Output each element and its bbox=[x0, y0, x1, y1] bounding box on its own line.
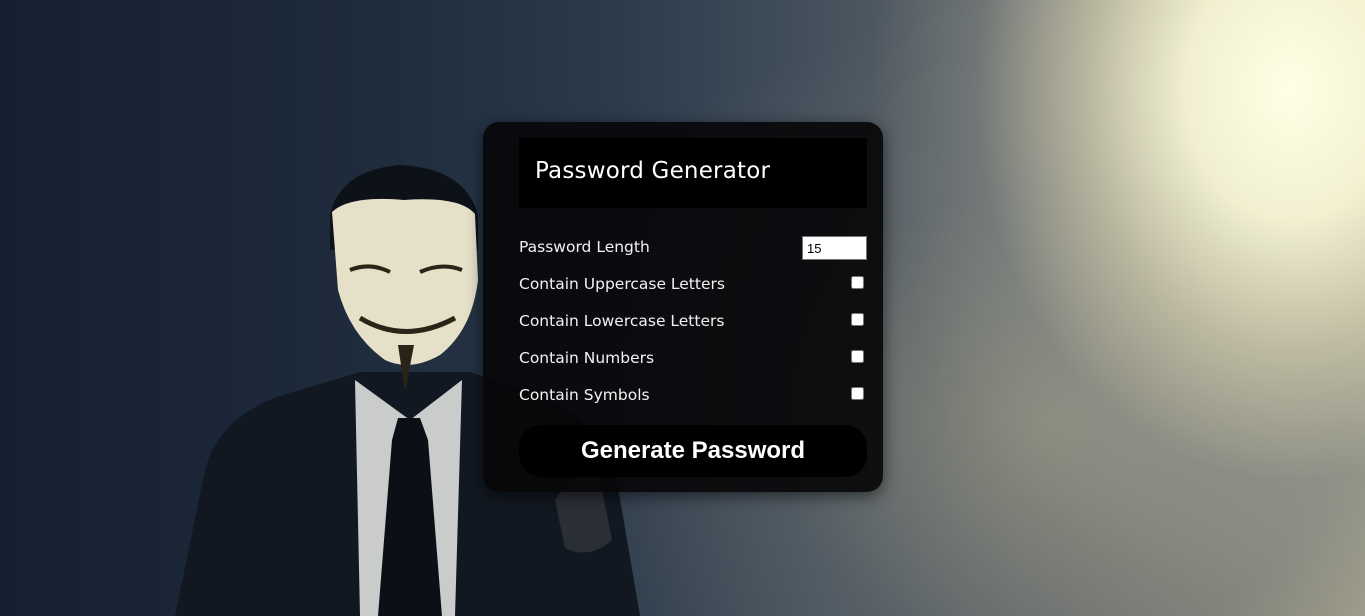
symbols-label: Contain Symbols bbox=[519, 386, 650, 404]
card-header: Password Generator bbox=[519, 138, 867, 208]
password-length-label: Password Length bbox=[519, 238, 650, 256]
numbers-checkbox[interactable] bbox=[851, 350, 864, 363]
page-title: Password Generator bbox=[535, 158, 771, 184]
numbers-label: Contain Numbers bbox=[519, 349, 655, 367]
password-length-row: Password Length bbox=[519, 236, 867, 260]
uppercase-checkbox[interactable] bbox=[851, 276, 864, 289]
symbols-row: Contain Symbols bbox=[519, 384, 867, 408]
lowercase-label: Contain Lowercase Letters bbox=[519, 312, 725, 330]
generate-password-button[interactable]: Generate Password bbox=[519, 425, 867, 477]
symbols-checkbox[interactable] bbox=[851, 387, 864, 400]
lowercase-checkbox[interactable] bbox=[851, 313, 864, 326]
lowercase-row: Contain Lowercase Letters bbox=[519, 310, 867, 334]
uppercase-label: Contain Uppercase Letters bbox=[519, 275, 725, 293]
password-generator-card: Password Generator Password Length Conta… bbox=[483, 122, 883, 492]
uppercase-row: Contain Uppercase Letters bbox=[519, 273, 867, 297]
figure-mask bbox=[332, 198, 478, 365]
numbers-row: Contain Numbers bbox=[519, 347, 867, 371]
password-length-input[interactable] bbox=[802, 236, 867, 260]
